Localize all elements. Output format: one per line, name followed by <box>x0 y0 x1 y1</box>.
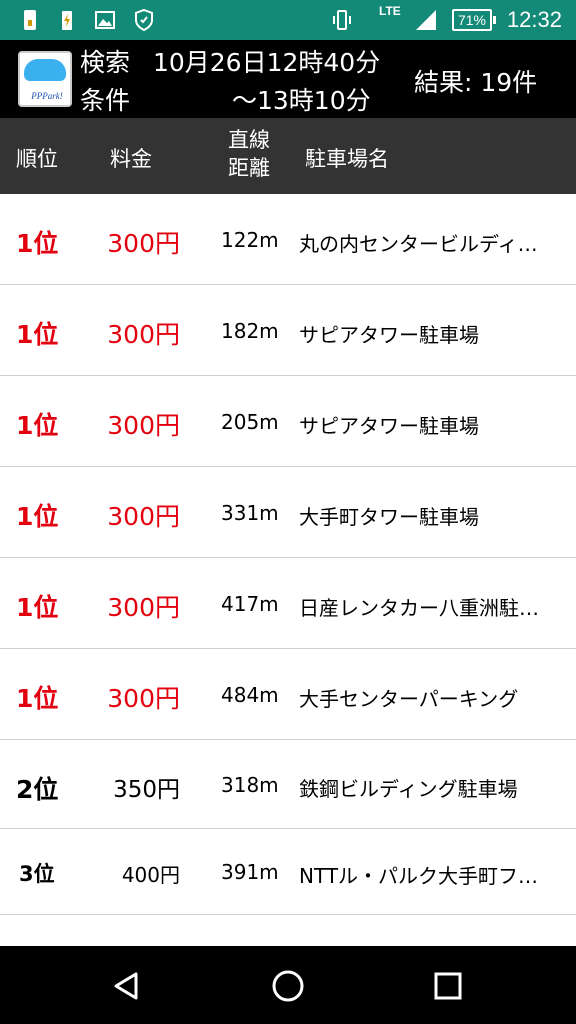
row-parking-name: 丸の内センタービルディ… <box>299 232 538 256</box>
column-distance[interactable]: 直線 距離 <box>228 126 278 182</box>
row-rank: 1位 <box>16 684 59 713</box>
row-parking-name: 日産レンタカー八重洲駐… <box>299 596 539 620</box>
result-count: 結果: 19件 <box>414 68 538 97</box>
row-distance: 484m <box>221 683 279 707</box>
row-price: 300円 <box>107 229 180 258</box>
row-price: 300円 <box>107 411 180 440</box>
row-rank: 1位 <box>16 411 59 440</box>
row-distance: 417m <box>221 592 279 616</box>
table-row[interactable]: 1位 300円 417m 日産レンタカー八重洲駐… <box>0 558 576 649</box>
table-row[interactable]: 3位 400円 391m NTTル・パルク大手町フ… <box>0 829 576 915</box>
row-rank: 1位 <box>16 229 59 258</box>
table-row[interactable]: 1位 300円 205m サピアタワー駐車場 <box>0 376 576 467</box>
back-icon[interactable] <box>110 968 146 1004</box>
search-end-time: ～13時10分 <box>232 86 371 115</box>
phone-download-icon <box>24 10 36 30</box>
row-parking-name: 鉄鋼ビルディング駐車場 <box>299 777 518 801</box>
recent-apps-icon[interactable] <box>430 968 466 1004</box>
column-price[interactable]: 料金 <box>110 143 152 173</box>
row-distance: 122m <box>221 228 279 252</box>
row-rank: 2位 <box>16 775 59 804</box>
row-distance: 182m <box>221 319 279 343</box>
row-rank: 1位 <box>16 320 59 349</box>
row-parking-name: 大手センターパーキング <box>299 687 519 711</box>
row-rank: 1位 <box>16 502 59 531</box>
clock: 12:32 <box>506 7 562 32</box>
row-distance: 318m <box>221 773 279 797</box>
app-logo[interactable]: PPPark! <box>18 51 72 107</box>
row-distance: 331m <box>221 501 279 525</box>
signal-icon <box>416 10 436 30</box>
row-rank: 3位 <box>19 862 55 886</box>
row-distance: 391m <box>221 860 279 884</box>
car-icon <box>24 59 66 81</box>
shield-icon <box>135 8 153 32</box>
row-parking-name: サピアタワー駐車場 <box>299 414 479 438</box>
column-rank[interactable]: 順位 <box>16 143 58 173</box>
table-row[interactable]: 2位 350円 318m 鉄鋼ビルディング駐車場 <box>0 740 576 829</box>
navigation-bar <box>0 946 576 1024</box>
condition-label: 条件 <box>80 86 131 115</box>
search-start-time: 10月26日12時40分 <box>152 48 381 77</box>
row-distance: 205m <box>221 410 279 434</box>
column-header: 順位 料金 直線 距離 駐車場名 <box>0 118 576 194</box>
row-price: 400円 <box>121 863 180 887</box>
row-rank: 1位 <box>16 593 59 622</box>
home-icon[interactable] <box>270 968 306 1004</box>
row-parking-name: 大手町タワー駐車場 <box>299 505 479 529</box>
search-time-row: 検索 10月26日12時40分 <box>80 43 380 79</box>
table-row[interactable]: 1位 300円 484m 大手センターパーキング <box>0 649 576 740</box>
search-condition-row: 条件 ～13時10分 <box>80 81 371 117</box>
table-row[interactable]: 1位 300円 331m 大手町タワー駐車場 <box>0 467 576 558</box>
row-price: 300円 <box>107 684 180 713</box>
image-icon <box>95 11 115 29</box>
vibrate-icon <box>333 10 351 30</box>
battery-charging-icon <box>62 11 72 30</box>
parking-result-list[interactable]: 1位 300円 122m 丸の内センタービルディ… 1位 300円 182m サ… <box>0 194 576 946</box>
row-price: 300円 <box>107 502 180 531</box>
search-label: 検索 <box>80 48 131 77</box>
battery-indicator: 71% <box>452 9 496 31</box>
row-price: 300円 <box>107 593 180 622</box>
table-row[interactable]: 1位 300円 182m サピアタワー駐車場 <box>0 285 576 376</box>
search-conditions-header: PPPark! 検索 10月26日12時40分 条件 ～13時10分 結果: 1… <box>0 40 576 118</box>
network-type: LTE <box>379 4 401 18</box>
table-row[interactable]: 1位 300円 122m 丸の内センタービルディ… <box>0 194 576 285</box>
row-parking-name: サピアタワー駐車場 <box>299 323 479 347</box>
logo-text: PPPark! <box>31 91 63 101</box>
row-price: 350円 <box>113 777 180 803</box>
status-bar: LTE 71% 12:32 <box>0 0 576 40</box>
column-parking-name[interactable]: 駐車場名 <box>305 143 389 173</box>
row-price: 300円 <box>107 320 180 349</box>
row-parking-name: NTTル・パルク大手町フ… <box>299 864 539 888</box>
